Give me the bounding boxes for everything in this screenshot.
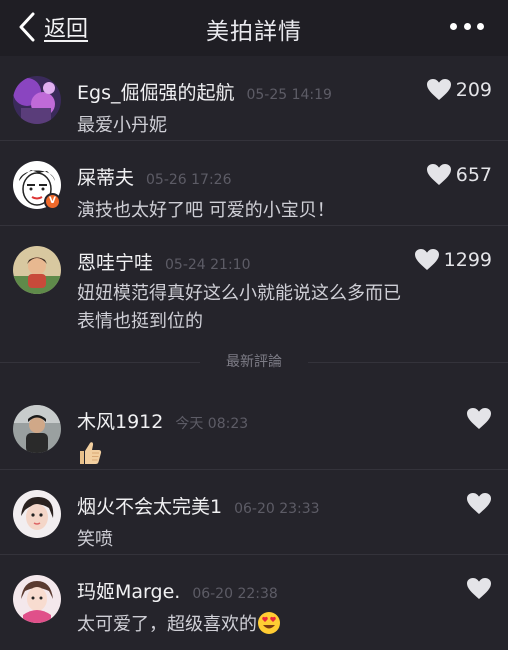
heart-eyes-emoji-icon: [258, 612, 280, 634]
comment-text: [77, 441, 417, 469]
comment-text: 最爱小丹妮: [77, 115, 167, 136]
comment-text: 演技也太好了吧 可爱的小宝贝！: [77, 200, 335, 221]
verified-badge: V: [44, 193, 61, 210]
comment-time: 05-26 17:26: [146, 172, 232, 188]
heart-icon: [426, 79, 451, 100]
comment-item: 恩哇宁哇 05-24 21:10 妞妞模范得真好这么小就能说这么多而已表情也挺到…: [0, 226, 508, 337]
avatar[interactable]: [13, 575, 61, 623]
heart-icon: [467, 493, 491, 514]
comment-text: 妞妞模范得真好这么小就能说这么多而已表情也挺到位的: [77, 283, 401, 332]
comment-item: 玛姬Marge. 06-20 22:38 太可爱了，超级喜欢的: [0, 555, 508, 640]
comment-time: 06-20 22:38: [192, 586, 278, 602]
avatar[interactable]: [13, 76, 61, 124]
comment-time: 05-24 21:10: [165, 257, 251, 273]
comment-author[interactable]: 木风1912: [77, 407, 163, 434]
heart-icon: [467, 408, 491, 429]
heart-icon: [467, 578, 491, 599]
avatar[interactable]: [13, 246, 61, 294]
like-count: 1299: [443, 248, 492, 271]
like-count: 209: [455, 78, 492, 101]
heart-icon: [414, 249, 439, 270]
like-button[interactable]: 1299: [414, 248, 492, 271]
like-button[interactable]: [466, 577, 492, 600]
comment-text: 笑喷: [77, 529, 113, 550]
comment-author[interactable]: 恩哇宁哇: [77, 248, 153, 275]
like-button[interactable]: 209: [426, 78, 492, 101]
section-divider: 最新評論: [0, 337, 508, 385]
comment-text: 太可爱了，超级喜欢的: [77, 611, 417, 639]
comment-time: 06-20 23:33: [234, 501, 320, 517]
comment-item: 烟火不会太完美1 06-20 23:33 笑喷: [0, 470, 508, 555]
comment-author[interactable]: Egs_倔倔强的起航: [77, 78, 234, 105]
comment-item: Egs_倔倔强的起航 05-25 14:19 最爱小丹妮 209: [0, 56, 508, 141]
comment-item: V 屎蒂夫 05-26 17:26 演技也太好了吧 可爱的小宝贝！ 657: [0, 141, 508, 226]
comment-list: Egs_倔倔强的起航 05-25 14:19 最爱小丹妮 209 V 屎蒂夫 0…: [0, 56, 508, 640]
like-count: 657: [455, 163, 492, 186]
more-dots-icon[interactable]: [450, 14, 484, 38]
comment-author[interactable]: 玛姬Marge.: [77, 577, 180, 604]
like-button[interactable]: 657: [426, 163, 492, 186]
divider-line: [308, 362, 508, 363]
comment-time: 今天 08:23: [175, 416, 249, 432]
section-label: 最新評論: [226, 354, 282, 370]
page-title: 美拍詳情: [206, 19, 302, 45]
thumbs-up-icon: [80, 442, 102, 464]
navbar: 返回 美拍詳情: [0, 0, 508, 56]
avatar[interactable]: [13, 490, 61, 538]
like-button[interactable]: [466, 492, 492, 515]
comment-author[interactable]: 烟火不会太完美1: [77, 492, 222, 519]
comment-author[interactable]: 屎蒂夫: [77, 163, 134, 190]
heart-icon: [426, 164, 451, 185]
comment-time: 05-25 14:19: [246, 87, 332, 103]
comment-item: 木风1912 今天 08:23: [0, 385, 508, 470]
like-button[interactable]: [466, 407, 492, 430]
avatar[interactable]: [13, 405, 61, 453]
comment-text-content: 太可爱了，超级喜欢的: [77, 614, 257, 635]
